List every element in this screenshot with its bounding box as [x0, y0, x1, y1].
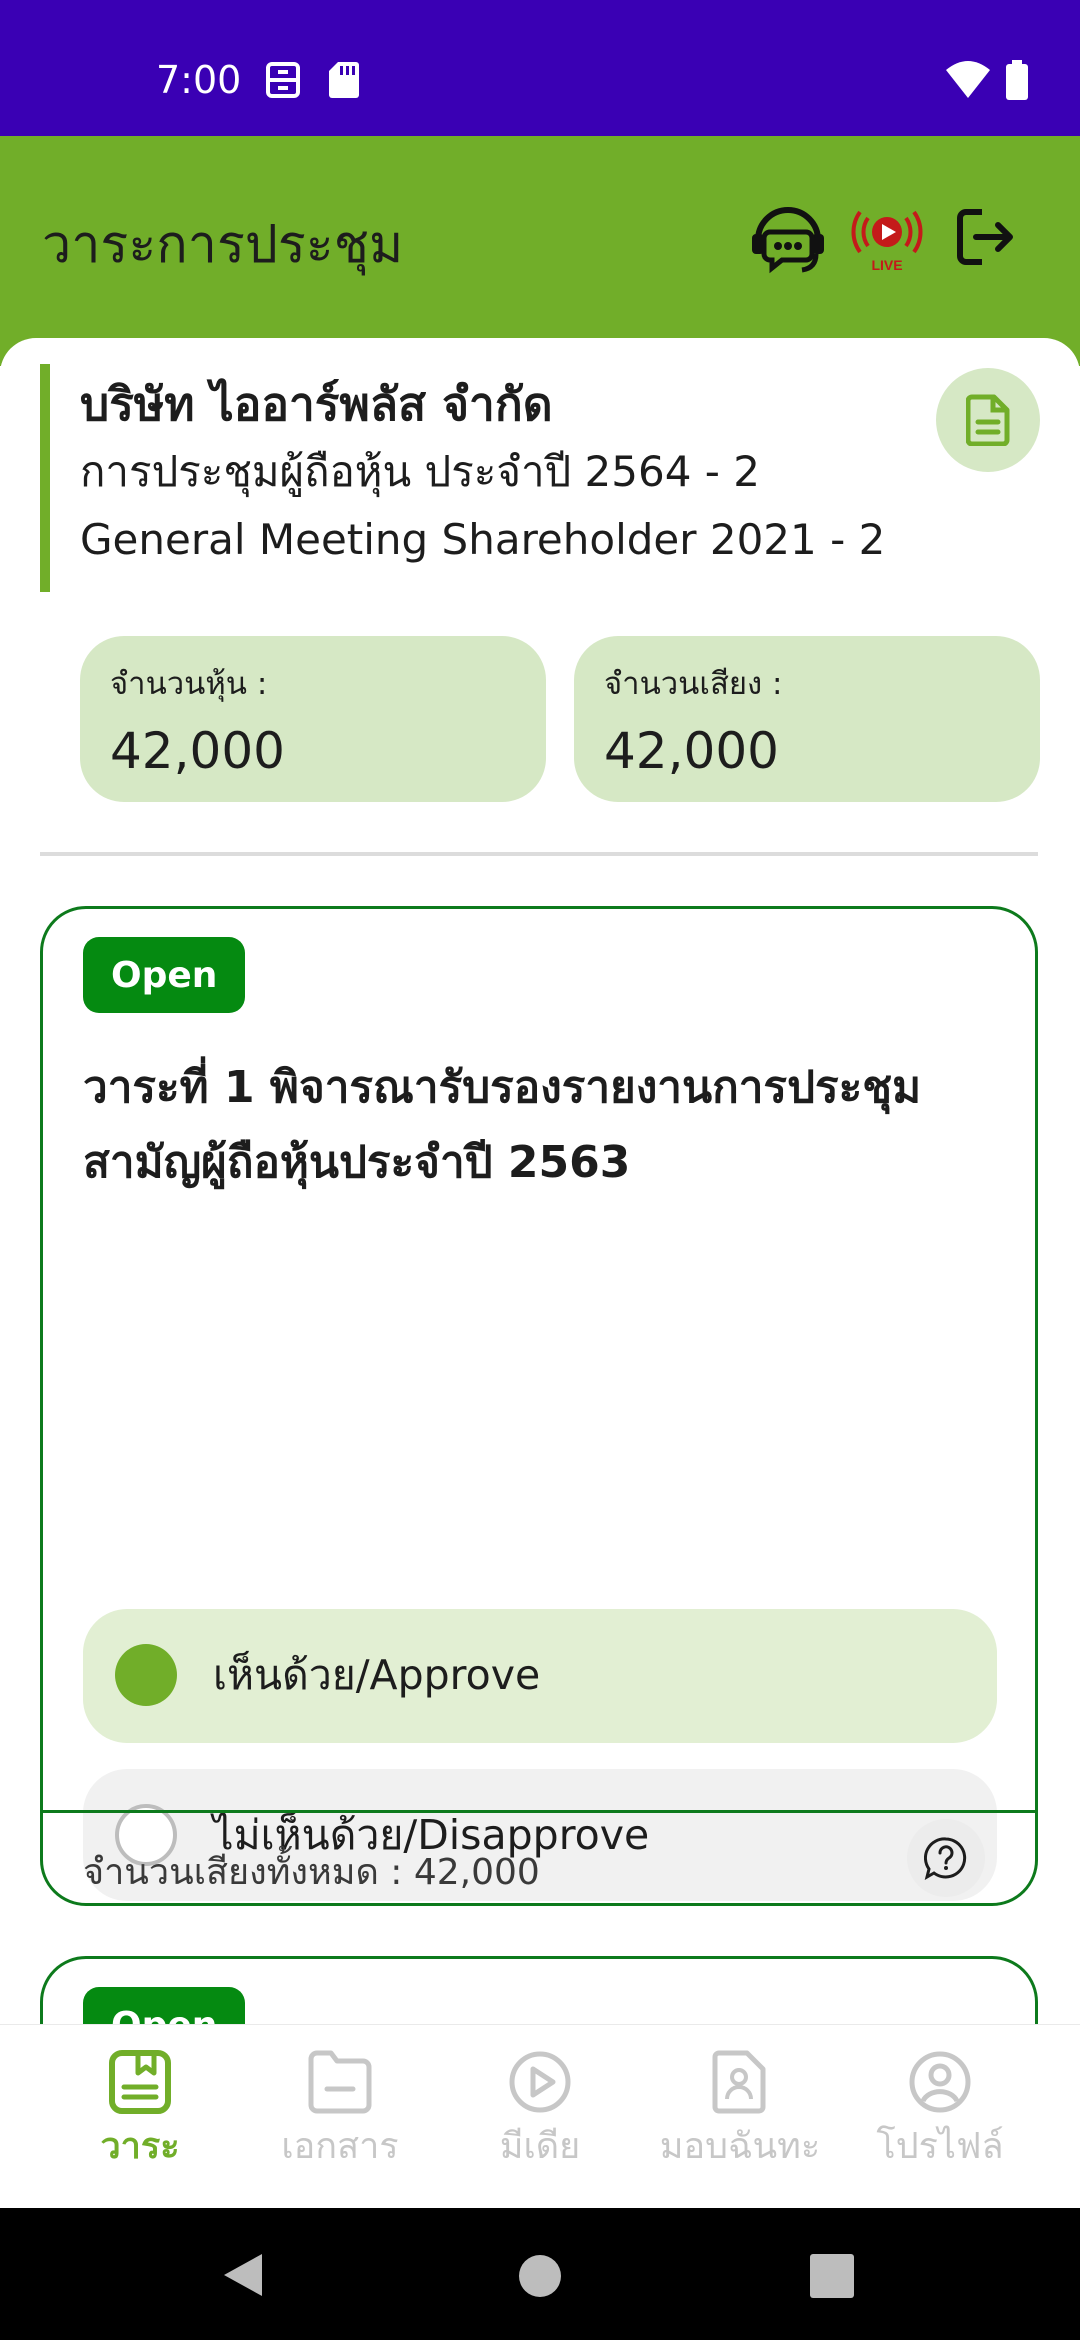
total-votes: จำนวนเสียงทั้งหมด : 42,000	[83, 1852, 540, 1893]
nav-label: วาระ	[100, 2126, 180, 2167]
logout-icon[interactable]	[956, 208, 1016, 270]
back-icon[interactable]	[222, 2252, 264, 2302]
nav-label: มีเดีย	[499, 2126, 581, 2167]
bottom-nav: วาระ เอกสาร มีเดีย มอบฉันทะ โปรไฟล์	[0, 2024, 1080, 2208]
option-label: เห็นด้วย/Approve	[213, 1650, 541, 1699]
nav-label: มอบฉันทะ	[659, 2126, 821, 2167]
folder-icon	[308, 2050, 372, 2114]
play-icon	[509, 2051, 571, 2113]
agenda-card: Open	[40, 1956, 1038, 2024]
home-icon[interactable]	[518, 2254, 562, 2302]
document-icon	[966, 394, 1010, 446]
page-title: วาระการประชุม	[42, 215, 404, 275]
nav-label: เอกสาร	[281, 2126, 399, 2167]
recents-icon[interactable]	[810, 2254, 854, 2302]
sim-card-icon	[266, 60, 300, 104]
radio-selected-icon[interactable]	[115, 1644, 177, 1706]
agenda-icon	[109, 2050, 171, 2114]
nav-item-media[interactable]: มีเดีย	[440, 2049, 640, 2174]
wifi-icon	[946, 60, 990, 104]
status-badge: Open	[83, 1987, 246, 2024]
meeting-title-th: การประชุมผู้ถือหุ้น ประจำปี 2564 - 2	[80, 447, 760, 497]
shares-card: จำนวนหุ้น : 42,000	[80, 636, 546, 802]
svg-text:LIVE: LIVE	[871, 257, 902, 272]
nav-label: โปรไฟล์	[876, 2126, 1004, 2167]
vote-option-approve[interactable]: เห็นด้วย/Approve	[83, 1609, 997, 1741]
profile-icon	[909, 2051, 971, 2113]
nav-item-profile[interactable]: โปรไฟล์	[840, 2049, 1040, 2174]
battery-icon	[1006, 60, 1028, 104]
help-icon	[924, 1837, 967, 1880]
divider	[40, 852, 1038, 856]
sd-card-icon	[328, 60, 360, 104]
shares-label: จำนวนหุ้น :	[110, 666, 268, 702]
company-name: บริษัท ไออาร์พลัส จำกัด	[80, 377, 553, 431]
nav-item-documents[interactable]: เอกสาร	[240, 2049, 440, 2174]
shares-value: 42,000	[110, 722, 285, 780]
status-time: 7:00	[156, 58, 242, 102]
help-button[interactable]	[907, 1819, 985, 1897]
votes-value: 42,000	[604, 722, 779, 780]
system-nav-bar	[0, 2208, 1080, 2340]
meeting-info: บริษัท ไออาร์พลัส จำกัด การประชุมผู้ถือห…	[40, 364, 1000, 592]
status-bar: 7:00	[0, 0, 1080, 136]
meeting-title-en: General Meeting Shareholder 2021 - 2	[80, 514, 886, 564]
meeting-document-button[interactable]	[936, 368, 1040, 472]
status-badge: Open	[83, 937, 246, 1013]
votes-card: จำนวนเสียง : 42,000	[574, 636, 1040, 802]
nav-item-agenda[interactable]: วาระ	[40, 2049, 240, 2174]
app-bar: วาระการประชุม LIVE	[0, 136, 1080, 366]
nav-item-proxy[interactable]: มอบฉันทะ	[640, 2049, 840, 2174]
proxy-document-icon	[712, 2050, 766, 2114]
agenda-title: วาระที่ 1 พิจารณารับรองรายงานการประชุมสา…	[83, 1062, 922, 1188]
votes-label: จำนวนเสียง :	[604, 666, 783, 702]
live-broadcast-icon[interactable]: LIVE	[846, 200, 928, 276]
chat-support-icon[interactable]	[748, 202, 828, 280]
agenda-card: Open วาระที่ 1 พิจารณารับรองรายงานการประ…	[40, 906, 1038, 1906]
content-sheet: บริษัท ไออาร์พลัส จำกัด การประชุมผู้ถือห…	[0, 338, 1080, 2024]
card-divider	[43, 1810, 1035, 1813]
